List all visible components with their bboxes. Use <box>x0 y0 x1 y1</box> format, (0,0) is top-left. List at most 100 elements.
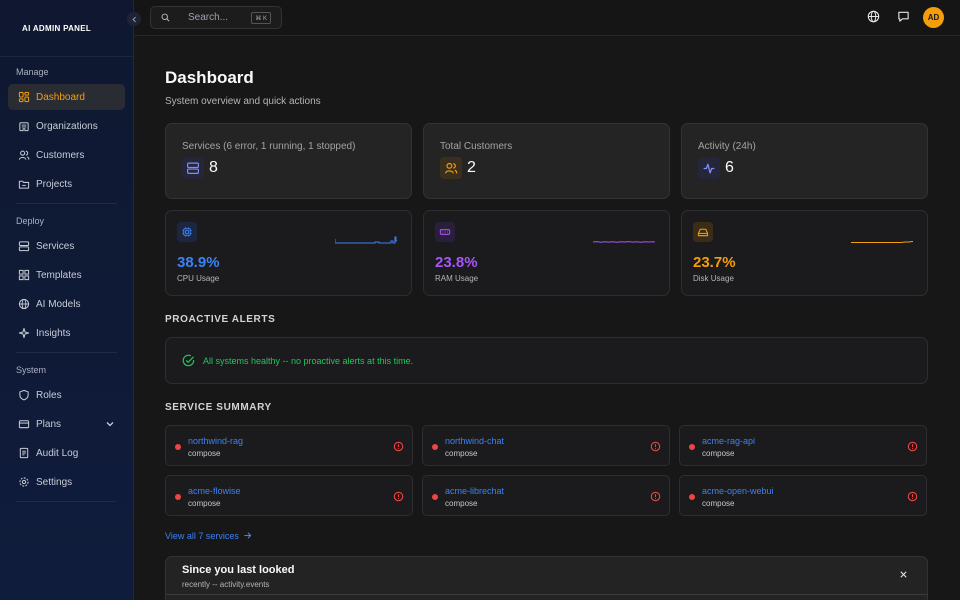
sidebar-item-label: Projects <box>36 178 73 190</box>
resource-icon-badge <box>693 222 713 242</box>
stat-card[interactable]: Services (6 error, 1 running, 1 stopped)… <box>165 123 412 199</box>
service-grid: northwind-rag compose northwind-chat com… <box>165 425 928 516</box>
sidebar-item-templates[interactable]: Templates <box>8 262 125 288</box>
sidebar-item-label: Dashboard <box>36 91 85 103</box>
service-card[interactable]: acme-open-webui compose <box>679 475 927 516</box>
sidebar-item-label: Insights <box>36 327 71 339</box>
sparkline <box>335 236 397 244</box>
sidebar-item-ai-models[interactable]: AI Models <box>8 291 125 317</box>
users-icon <box>18 150 30 160</box>
activity-icon <box>703 163 715 174</box>
log-icon <box>19 447 29 459</box>
search-placeholder: Search... <box>188 12 229 23</box>
service-type: compose <box>445 449 478 458</box>
status-dot <box>175 494 181 500</box>
stat-value: 6 <box>725 159 734 176</box>
nav-section-manage: Manage Dashboard Organizations Customers… <box>0 61 133 197</box>
sidebar-item-label: Organizations <box>36 120 98 132</box>
server-icon <box>18 241 30 252</box>
nav-section-deploy: Deploy Services Templates AI Models Insi… <box>0 210 133 346</box>
sidebar-item-dashboard[interactable]: Dashboard <box>8 84 125 110</box>
stat-card[interactable]: Total Customers 2 <box>423 123 670 199</box>
service-card[interactable]: acme-librechat compose <box>422 475 670 516</box>
page-subtitle: System overview and quick actions <box>165 96 321 107</box>
since-last-looked-panel: Since you last looked recently -- activi… <box>165 556 928 600</box>
error-icon <box>393 441 404 452</box>
nav-divider <box>16 203 117 204</box>
search-input[interactable]: Search... ⌘ K <box>150 6 282 29</box>
sidebar-item-organizations[interactable]: Organizations <box>8 113 125 139</box>
sidebar-item-roles[interactable]: Roles <box>8 382 125 408</box>
globe-icon <box>867 10 880 23</box>
sidebar-item-insights[interactable]: Insights <box>8 320 125 346</box>
status-dot <box>689 444 695 450</box>
language-button[interactable] <box>867 10 881 24</box>
view-all-label: View all 7 services <box>165 531 239 541</box>
stat-label: Total Customers <box>440 141 513 152</box>
stat-value: 8 <box>209 159 218 176</box>
resource-value: 38.9% <box>177 254 220 271</box>
sidebar-item-customers[interactable]: Customers <box>8 142 125 168</box>
resource-card[interactable]: 23.8% RAM Usage <box>423 210 670 296</box>
service-card[interactable]: northwind-chat compose <box>422 425 670 466</box>
nav-section-system: System Roles Plans Audit Log Settings <box>0 359 133 495</box>
resource-label: Disk Usage <box>693 274 734 283</box>
service-name-link[interactable]: northwind-rag <box>188 436 412 446</box>
view-all-services-link[interactable]: View all 7 services <box>165 531 928 541</box>
service-name-link[interactable]: acme-flowise <box>188 486 412 496</box>
service-card[interactable]: acme-flowise compose <box>165 475 413 516</box>
messages-button[interactable] <box>897 10 911 24</box>
message-icon <box>898 11 909 22</box>
service-type: compose <box>702 449 735 458</box>
service-name-link[interactable]: acme-rag-api <box>702 436 926 446</box>
error-icon <box>907 441 918 452</box>
user-avatar[interactable]: AD <box>923 7 944 28</box>
resource-card[interactable]: 38.9% CPU Usage <box>165 210 412 296</box>
sidebar-item-label: AI Models <box>36 298 81 310</box>
resource-icon-badge <box>177 222 197 242</box>
since-subtitle: recently -- activity.events <box>182 580 270 589</box>
service-name-link[interactable]: northwind-chat <box>445 436 669 446</box>
error-icon <box>650 491 661 502</box>
sparkline <box>851 241 913 243</box>
sidebar-item-projects[interactable]: Projects <box>8 171 125 197</box>
sidebar-item-plans[interactable]: Plans <box>8 411 125 437</box>
service-name-link[interactable]: acme-librechat <box>445 486 669 496</box>
chevron-left-icon <box>131 16 136 22</box>
sidebar-collapse-button[interactable] <box>127 12 141 26</box>
dashboard-icon <box>18 91 30 103</box>
service-type: compose <box>188 499 221 508</box>
sidebar-item-services[interactable]: Services <box>8 233 125 259</box>
gear-icon <box>19 477 29 487</box>
sparkle-icon <box>18 327 30 339</box>
sidebar-item-label: Audit Log <box>36 447 79 459</box>
sidebar-item-settings[interactable]: Settings <box>8 469 125 495</box>
nav-section-label: Deploy <box>16 216 45 226</box>
stat-card[interactable]: Activity (24h) 6 <box>681 123 928 199</box>
shield-icon <box>19 389 29 401</box>
stat-icon-badge <box>698 157 720 179</box>
sidebar-item-label: Customers <box>36 149 85 161</box>
resource-label: RAM Usage <box>435 274 479 283</box>
status-dot <box>432 494 438 500</box>
resource-value: 23.7% <box>693 254 736 271</box>
service-name-link[interactable]: acme-open-webui <box>702 486 926 496</box>
alerts-message: All systems healthy -- no proactive aler… <box>203 355 414 366</box>
cpu-icon <box>182 227 192 237</box>
service-card[interactable]: northwind-rag compose <box>165 425 413 466</box>
sidebar-item-label: Roles <box>36 389 62 401</box>
resource-card[interactable]: 23.7% Disk Usage <box>681 210 928 296</box>
sidebar-item-label: Settings <box>36 476 73 488</box>
sidebar: AI ADMIN PANEL Manage Dashboard Organiza… <box>0 0 134 600</box>
service-summary-heading: SERVICE SUMMARY <box>165 402 272 413</box>
server-icon <box>187 162 199 174</box>
stat-icon-badge <box>440 157 462 179</box>
stat-label: Activity (24h) <box>698 141 756 152</box>
nav-section-label: System <box>16 365 47 375</box>
sidebar-item-audit-log[interactable]: Audit Log <box>8 440 125 466</box>
stats-row: Services (6 error, 1 running, 1 stopped)… <box>165 123 928 199</box>
service-card[interactable]: acme-rag-api compose <box>679 425 927 466</box>
stat-label: Services (6 error, 1 running, 1 stopped) <box>182 141 356 152</box>
close-button[interactable] <box>899 570 909 580</box>
resource-icon-badge <box>435 222 455 242</box>
